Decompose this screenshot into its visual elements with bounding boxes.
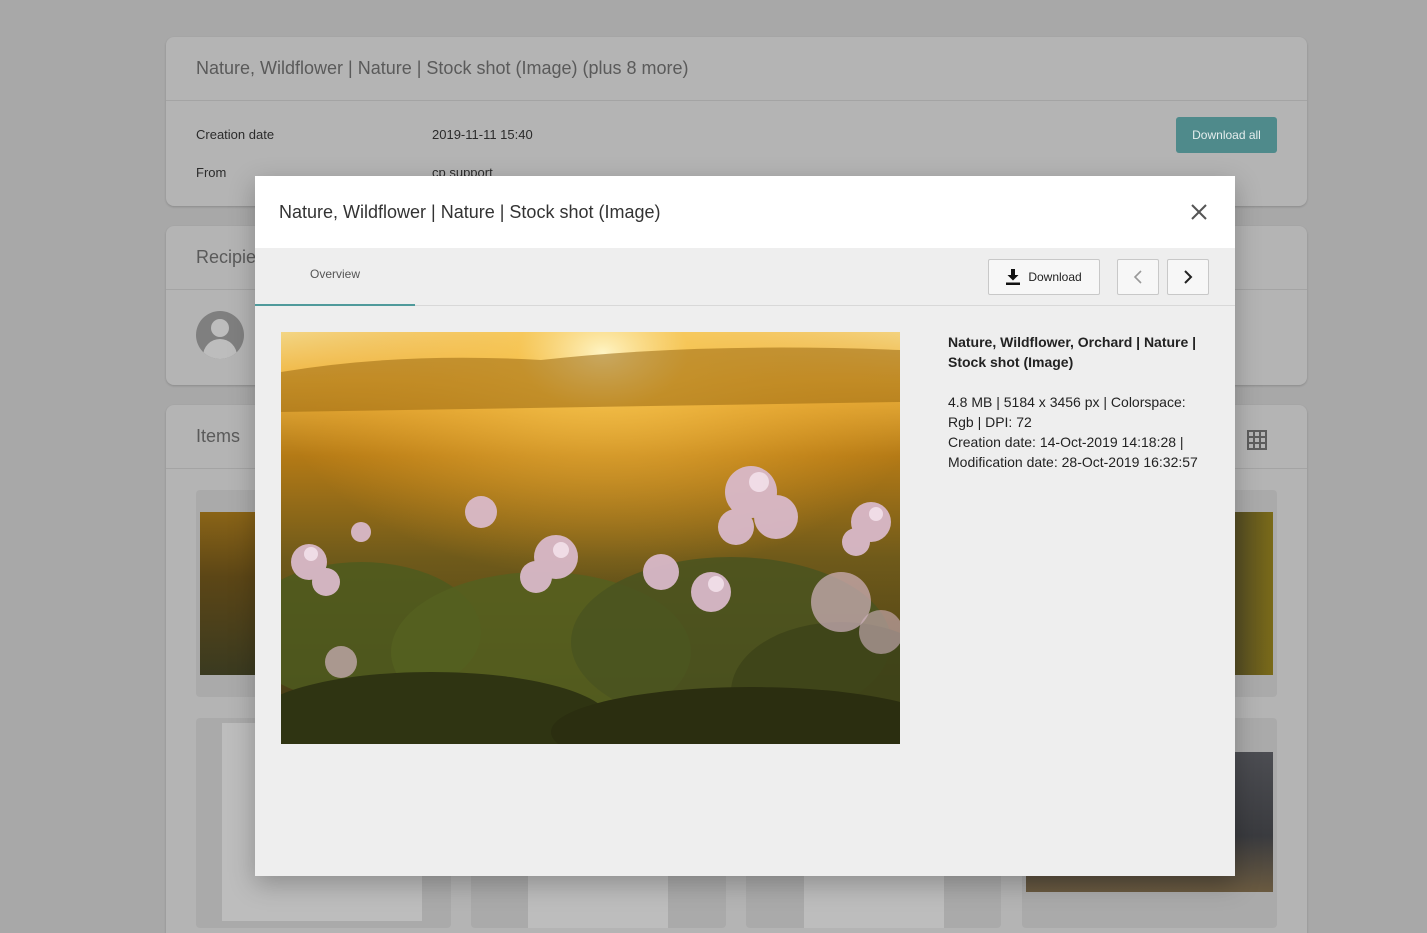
download-button[interactable]: Download <box>988 259 1100 295</box>
asset-details-title: Nature, Wildflower, Orchard | Nature | S… <box>948 334 1197 370</box>
modal-title: Nature, Wildflower | Nature | Stock shot… <box>279 201 661 222</box>
creation-date-value: 2019-11-11 15:40 <box>432 127 533 142</box>
transfer-title: Nature, Wildflower | Nature | Stock shot… <box>166 37 1307 101</box>
avatar <box>196 311 244 359</box>
asset-detail-modal: Nature, Wildflower | Nature | Stock shot… <box>255 176 1235 876</box>
modal-header: Nature, Wildflower | Nature | Stock shot… <box>255 176 1235 248</box>
next-item-button[interactable] <box>1167 259 1209 295</box>
tab-overview[interactable]: Overview <box>255 248 415 306</box>
download-icon <box>1006 269 1021 285</box>
download-all-button[interactable]: Download all <box>1176 117 1277 153</box>
asset-dates: Creation date: 14-Oct-2019 14:18:28 | Mo… <box>948 434 1198 470</box>
download-button-label: Download <box>1028 270 1082 284</box>
image-preview <box>281 332 900 744</box>
modal-toolbar: Overview Download <box>255 248 1235 306</box>
asset-file-info: 4.8 MB | 5184 x 3456 px | Colorspace: Rg… <box>948 394 1186 430</box>
close-icon[interactable] <box>1189 202 1209 222</box>
previous-item-button[interactable] <box>1117 259 1159 295</box>
creation-date-label: Creation date <box>196 127 275 142</box>
grid-view-icon[interactable] <box>1247 430 1267 450</box>
asset-details: Nature, Wildflower, Orchard | Nature | S… <box>948 332 1213 472</box>
wildflower-photo <box>281 332 900 744</box>
from-label: From <box>196 165 227 180</box>
chevron-left-icon <box>1133 270 1142 284</box>
chevron-right-icon <box>1184 270 1193 284</box>
